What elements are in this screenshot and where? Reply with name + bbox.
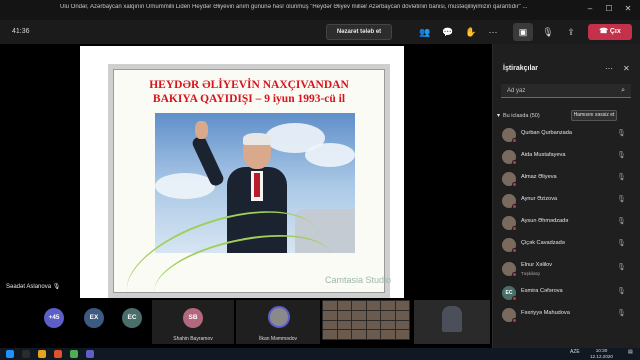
- status-dot: [512, 296, 517, 301]
- teams-icon[interactable]: [86, 350, 94, 358]
- participant-tile-name: Shahin Bayramov: [173, 336, 213, 342]
- participant-item[interactable]: Elnur Xəlilov Təşkilatçı 🎙: [499, 260, 635, 280]
- meeting-toolbar: 41:36 Nəzarət tələb et 👥 💬 ✋ ⋯ ▣ 🎙 ⇪ ☎ Ç…: [0, 20, 640, 44]
- more-options-icon[interactable]: ⋯: [605, 64, 613, 73]
- participant-tile-shahin: SB Shahin Bayramov: [152, 300, 234, 344]
- slide-title: HEYDƏR ƏLİYEVİN NAXÇIVANDAN BAKIYA QAYID…: [113, 78, 385, 106]
- participant-name: Qurban Qurbanzada: [521, 130, 572, 136]
- camtasia-watermark: Camtasia Studio: [325, 275, 392, 285]
- status-dot: [512, 226, 517, 231]
- clock-date: 12.12.2020: [590, 354, 613, 359]
- mic-muted-icon[interactable]: 🎙: [617, 195, 626, 203]
- avatar-ex: EX: [84, 308, 104, 328]
- request-control-button[interactable]: Nəzarət tələb et: [326, 24, 392, 40]
- share-screen-icon[interactable]: ⇪: [564, 25, 578, 39]
- mic-muted-icon[interactable]: 🎙: [617, 129, 626, 137]
- slide-frame: HEYDƏR ƏLİYEVİN NAXÇIVANDAN BAKIYA QAYID…: [108, 64, 392, 338]
- leave-button[interactable]: ☎ Çıx: [588, 24, 632, 40]
- participants-panel: İştirakçılar ⋯ ✕ Ad yaz ⌕ ▾ Bu iclasda (…: [492, 44, 640, 348]
- participant-item[interactable]: Aynur Əzizova 🎙: [499, 192, 635, 212]
- avatar: [268, 306, 290, 328]
- video-tile: [414, 300, 490, 344]
- mic-muted-icon[interactable]: 🎙: [617, 151, 626, 159]
- mic-muted-icon[interactable]: 🎙: [617, 263, 626, 271]
- close-icon[interactable]: ✕: [622, 3, 634, 15]
- window-title: Ulu Öndər, Azərbaycan xalqının Ümummilli…: [60, 4, 528, 10]
- chevron-down-icon: ▾: [497, 113, 501, 119]
- status-dot: [512, 272, 517, 277]
- minimize-icon[interactable]: –: [584, 3, 596, 15]
- participant-search-input[interactable]: Ad yaz ⌕: [501, 84, 631, 98]
- participant-strip: +45 EX EC SB Shahin Bayramov İlkan Məmmə…: [0, 300, 492, 344]
- participant-item[interactable]: Fəxriyyə Mahudova 🎙: [499, 306, 635, 326]
- close-panel-icon[interactable]: ✕: [623, 64, 630, 73]
- participant-item[interactable]: Qurban Qurbanzada 🎙: [499, 126, 635, 146]
- file-explorer-icon[interactable]: [38, 350, 46, 358]
- participant-item[interactable]: Aysun Əhmədzadə 🎙: [499, 214, 635, 234]
- raise-hand-icon[interactable]: ✋: [464, 25, 478, 39]
- mic-off-icon: 🎙: [52, 284, 61, 290]
- mic-muted-icon[interactable]: 🎙: [617, 217, 626, 225]
- search-placeholder: Ad yaz: [507, 88, 526, 94]
- participant-name: Çiçək Cavadzadə: [521, 240, 565, 246]
- gallery-video-tile: [322, 300, 410, 340]
- overflow-participants-button[interactable]: +45: [44, 308, 64, 328]
- participant-item[interactable]: EC Esmira Cəfərova 🎙: [499, 284, 635, 304]
- participant-tile-name: İlkan Məmmədov: [258, 336, 298, 342]
- status-dot: [512, 138, 517, 143]
- participant-name: Elnur Xəlilov: [521, 262, 553, 268]
- chat-icon[interactable]: 💬: [441, 25, 455, 39]
- status-dot: [512, 204, 517, 209]
- language-indicator[interactable]: AZE: [570, 349, 580, 355]
- status-dot: [512, 318, 517, 323]
- avatar-sb: SB: [183, 308, 203, 328]
- participant-item[interactable]: Çiçək Cavadzadə 🎙: [499, 236, 635, 256]
- search-icon[interactable]: [22, 350, 30, 358]
- participant-name: Aynur Əzizova: [521, 196, 558, 202]
- microphone-icon[interactable]: 🎙: [541, 25, 555, 39]
- participants-icon[interactable]: 👥: [418, 25, 432, 39]
- firefox-icon[interactable]: [54, 350, 62, 358]
- chrome-icon[interactable]: [70, 350, 78, 358]
- status-dot: [512, 248, 517, 253]
- meeting-timer: 41:36: [12, 28, 30, 35]
- maximize-icon[interactable]: ☐: [603, 3, 615, 15]
- participant-name: Aida Mustafayeva: [521, 152, 566, 158]
- participant-item[interactable]: Aida Mustafayeva 🎙: [499, 148, 635, 168]
- leave-label: Çıx: [609, 28, 621, 35]
- mic-muted-icon[interactable]: 🎙: [617, 287, 626, 295]
- participant-item[interactable]: Almaz Əliyeva 🎙: [499, 170, 635, 190]
- participant-tile-ilkan: İlkan Məmmədov: [236, 300, 320, 344]
- slide-title-line1: HEYDƏR ƏLİYEVİN NAXÇIVANDAN: [149, 79, 349, 91]
- more-options-icon[interactable]: ⋯: [486, 25, 500, 39]
- presenter-name-text: Səadət Aslanova: [6, 284, 52, 290]
- clock[interactable]: 10:30 12.12.2020: [590, 348, 613, 360]
- slide-title-line2: BAKIYA QAYIDIŞI – 9 iyun 1993-cü il: [152, 93, 346, 105]
- status-dot: [512, 160, 517, 165]
- os-taskbar: AZE 10:30 12.12.2020 ▤: [0, 348, 640, 360]
- camera-button[interactable]: ▣: [513, 23, 533, 41]
- section-label: Bu iclasda (50): [503, 113, 540, 119]
- search-icon: ⌕: [621, 87, 625, 94]
- mute-all-button[interactable]: Hamısını səssiz et: [571, 110, 617, 121]
- title-bar: Ulu Öndər, Azərbaycan xalqının Ümummilli…: [0, 0, 640, 20]
- shared-slide: HEYDƏR ƏLİYEVİN NAXÇIVANDAN BAKIYA QAYID…: [80, 46, 404, 338]
- panel-title: İştirakçılar: [503, 65, 539, 72]
- participants-section-header[interactable]: ▾ Bu iclasda (50) Hamısını səssiz et: [497, 110, 637, 122]
- start-menu-icon[interactable]: [6, 350, 14, 358]
- participant-name: Esmira Cəfərova: [521, 288, 563, 294]
- notifications-icon[interactable]: ▤: [628, 349, 633, 355]
- presenter-name: Səadət Aslanova 🎙: [6, 283, 60, 290]
- status-dot: [512, 182, 517, 187]
- avatar-ec: EC: [122, 308, 142, 328]
- mic-muted-icon[interactable]: 🎙: [617, 309, 626, 317]
- mic-muted-icon[interactable]: 🎙: [617, 173, 626, 181]
- participant-role: Təşkilatçı: [521, 271, 541, 276]
- participant-name: Aysun Əhmədzadə: [521, 218, 569, 224]
- mic-muted-icon[interactable]: 🎙: [617, 239, 626, 247]
- participant-name: Fəxriyyə Mahudova: [521, 310, 570, 316]
- participant-name: Almaz Əliyeva: [521, 174, 557, 180]
